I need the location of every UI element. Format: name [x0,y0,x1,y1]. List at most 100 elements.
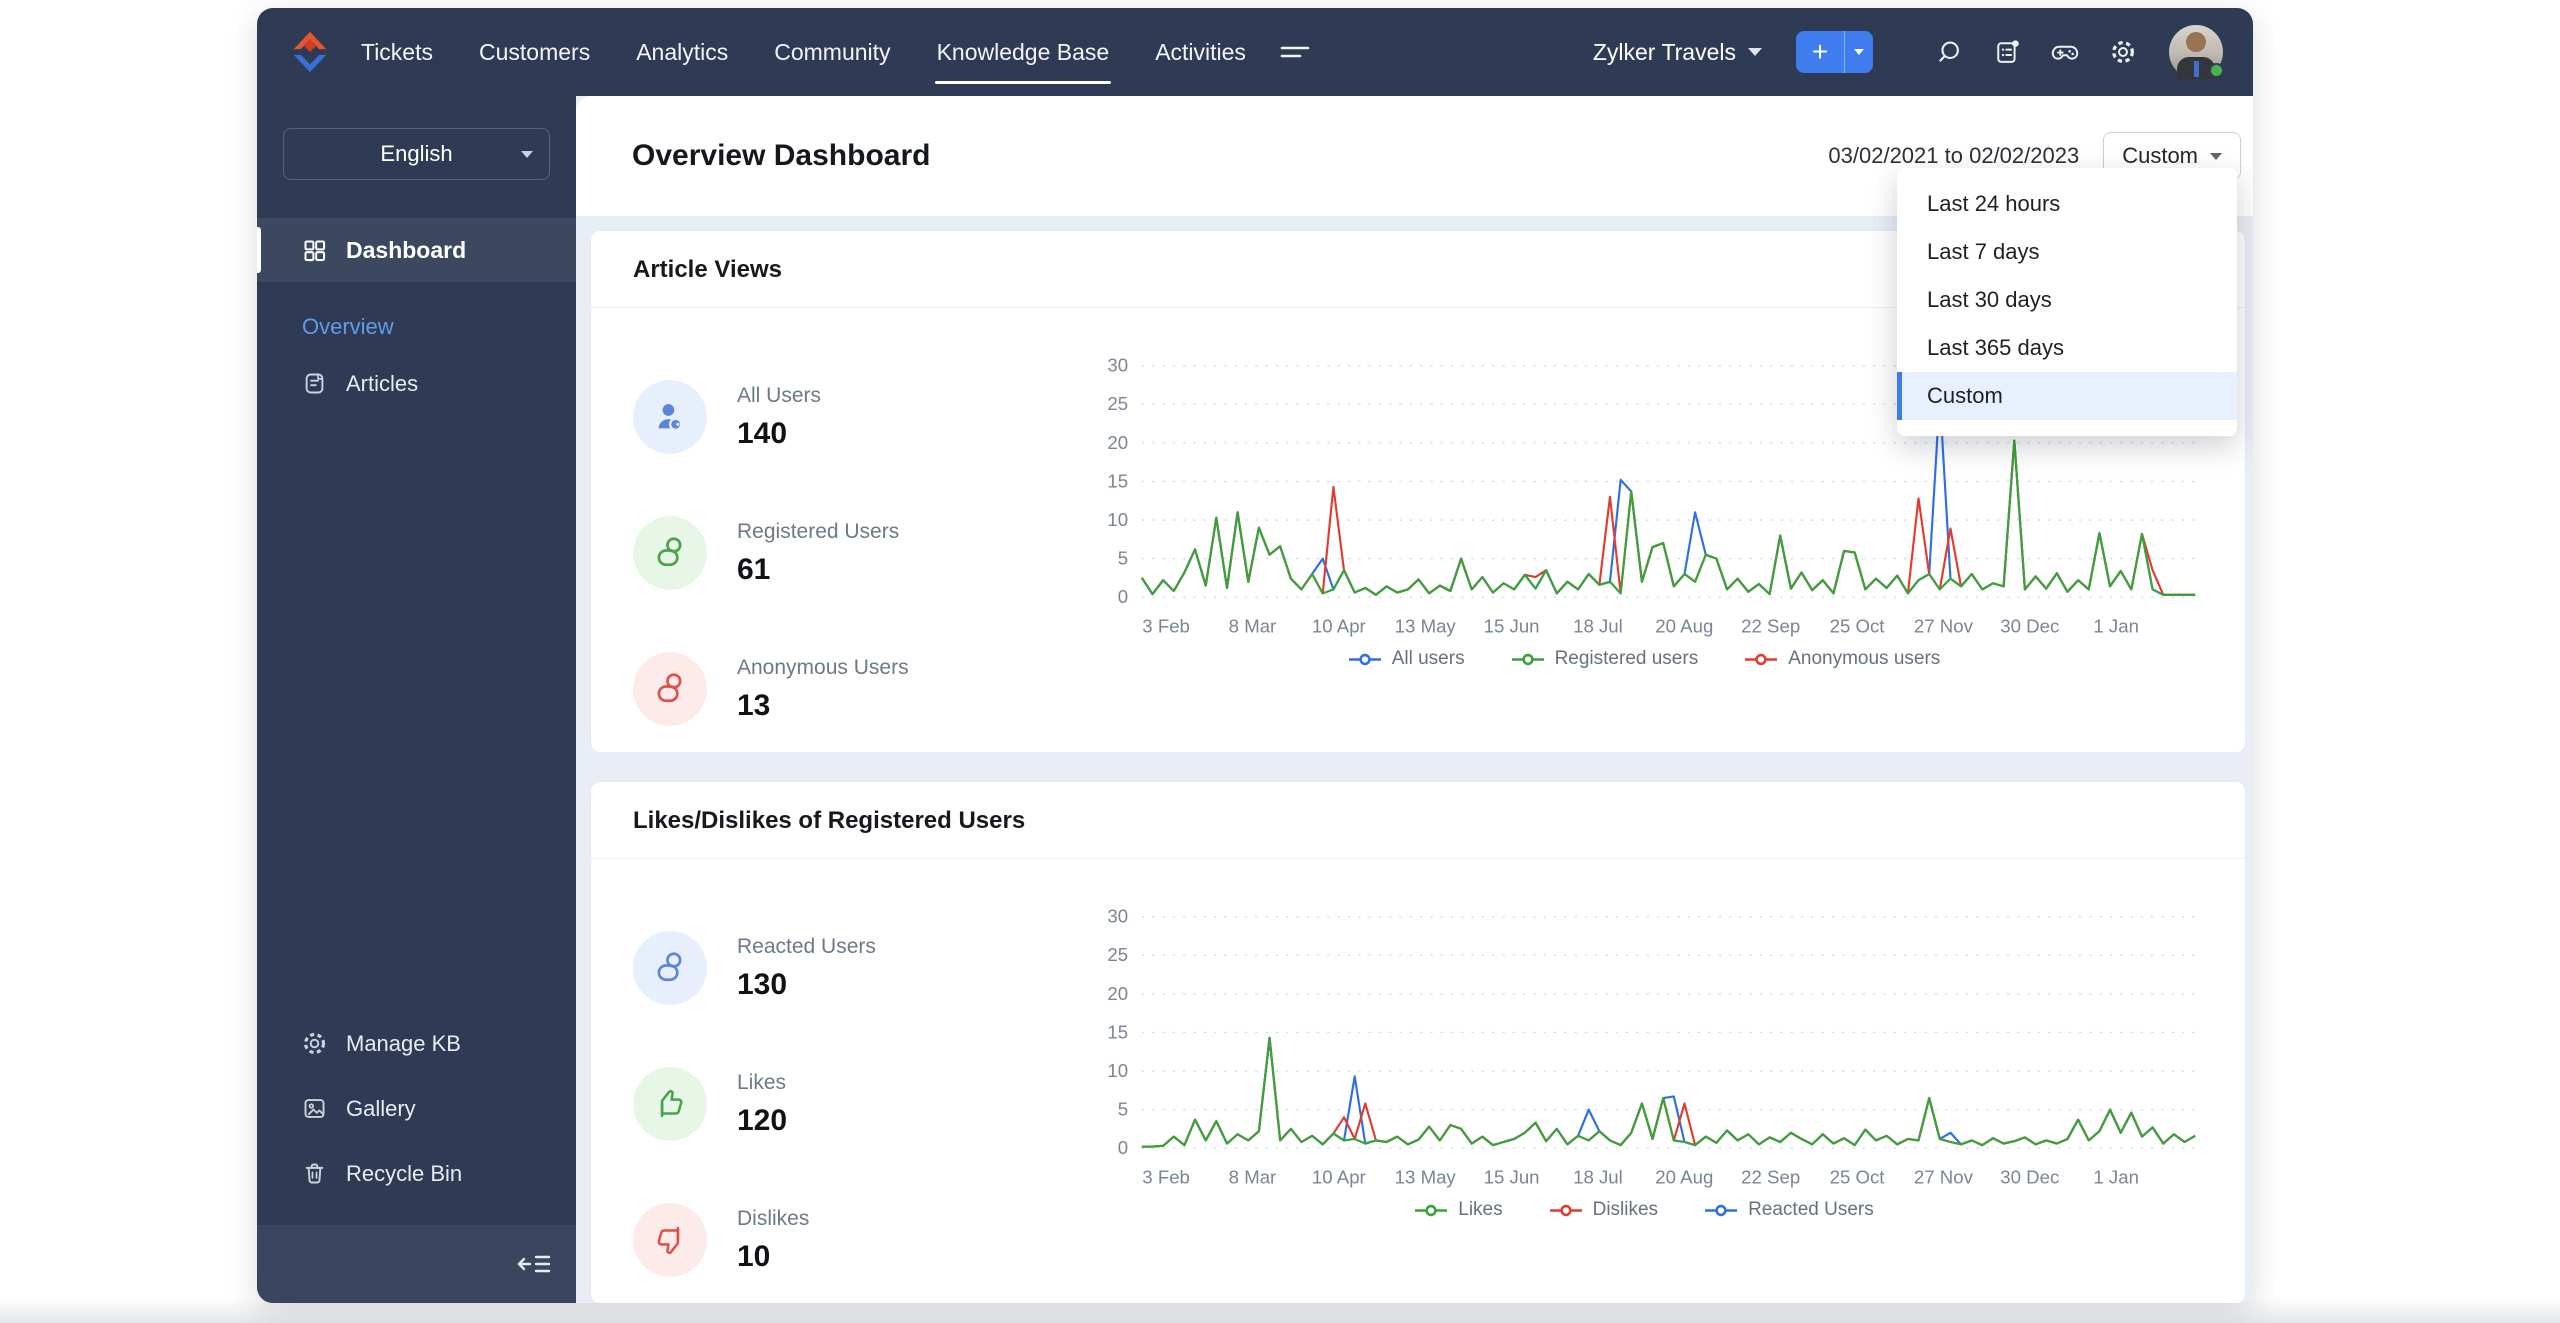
sidebar-item-manage-kb[interactable]: Manage KB [257,1030,576,1057]
legend-label: Reacted Users [1748,1199,1874,1221]
more-menu-icon[interactable] [1278,39,1312,65]
series-line [1140,439,2196,596]
stat-value: 13 [737,688,771,722]
language-select[interactable]: English [283,128,550,180]
feeds-icon[interactable] [1993,38,2021,66]
page-title: Overview Dashboard [632,139,931,172]
svg-text:1 Jan: 1 Jan [2093,615,2139,636]
portal-selector[interactable]: Zylker Travels [1593,39,1762,66]
notification-dot [2012,40,2019,47]
svg-text:0: 0 [1118,586,1128,607]
legend-item[interactable]: Likes [1414,1199,1503,1221]
thumb-down-icon [657,1226,680,1255]
svg-text:27 Nov: 27 Nov [1914,1166,1974,1187]
sidebar-item-articles[interactable]: Articles [257,370,576,397]
gear-icon [303,1032,326,1055]
stat-value: 120 [737,1103,788,1137]
menu-item-last-7-days[interactable]: Last 7 days [1897,228,2237,276]
collapse-sidebar-icon[interactable] [516,1250,552,1278]
sidebar-item-label: Recycle Bin [346,1160,463,1186]
date-range-text: 03/02/2021 to 02/02/2023 [1828,143,2080,168]
svg-text:8 Mar: 8 Mar [1229,1166,1277,1187]
legend-item[interactable]: Registered users [1511,648,1699,670]
legend-label: All users [1391,648,1465,670]
search-icon[interactable] [1935,38,1963,66]
legend-marker-icon [1511,653,1544,665]
settings-gear-icon[interactable] [2109,38,2137,66]
app-window: Tickets Customers Analytics Community Kn… [257,8,2253,1303]
nav-activities[interactable]: Activities [1155,8,1246,96]
sidebar-item-label: Articles [346,370,419,396]
svg-text:10: 10 [1107,509,1128,530]
dashboard-grid-icon [304,239,326,261]
svg-text:10: 10 [1107,1060,1128,1081]
sidebar-item-recycle-bin[interactable]: Recycle Bin [257,1160,576,1187]
stat-likes: Likes 120 [633,1067,1085,1141]
menu-item-custom[interactable]: Custom [1897,372,2237,420]
series-line [1141,1036,2196,1148]
svg-text:0: 0 [1118,1137,1128,1158]
navbar-right-cluster: Zylker Travels + [1593,25,2224,79]
stats-column: Reacted Users 130 Likes 120 Dislikes 10 [633,859,1085,1277]
thumb-up-icon [660,1089,683,1118]
svg-text:18 Jul: 18 Jul [1573,615,1623,636]
sidebar-item-label: Manage KB [346,1030,461,1056]
likes-dislikes-line-chart: 0 5 10 15 20 25 30 3 Feb 8 Mar 10 Apr 13 May 15 Jun… [1085,903,2203,1199]
menu-item-last-365-days[interactable]: Last 365 days [1897,324,2237,372]
chevron-down-icon [2210,152,2222,160]
svg-text:25: 25 [1107,393,1128,414]
svg-text:22 Sep: 22 Sep [1741,1166,1800,1187]
series-line [1140,439,2196,596]
legend-item[interactable]: Reacted Users [1704,1199,1874,1221]
gamepad-icon[interactable] [2051,38,2079,66]
stat-all-users: All Users 140 [633,380,1085,454]
users-icon [657,952,682,982]
stat-icon-circle [633,652,707,726]
card-likes-dislikes: Likes/Dislikes of Registered Users React… [590,781,2246,1303]
legend-item[interactable]: All users [1348,648,1465,670]
legend-marker-icon [1348,653,1381,665]
user-avatar[interactable] [2169,25,2224,79]
legend-marker-icon [1549,1204,1582,1216]
menu-item-last-30-days[interactable]: Last 30 days [1897,276,2237,324]
nav-customers[interactable]: Customers [479,8,590,96]
line-chart-svg: 0 5 10 15 20 25 30 3 Feb 8 Mar 10 Apr 13 May 15 Jun… [1107,906,2196,1187]
legend-marker-icon [1705,1204,1738,1216]
nav-community[interactable]: Community [774,8,890,96]
svg-text:13 May: 13 May [1395,615,1457,636]
svg-text:8 Mar: 8 Mar [1229,615,1277,636]
date-range-menu: Last 24 hours Last 7 days Last 30 days L… [1897,168,2237,436]
svg-text:30 Dec: 30 Dec [2000,615,2059,636]
sidebar-item-dashboard[interactable]: Dashboard [257,218,576,282]
stat-icon-circle [633,516,707,590]
legend-label: Registered users [1554,648,1699,670]
svg-text:10 Apr: 10 Apr [1312,1166,1366,1187]
nav-analytics[interactable]: Analytics [636,8,728,96]
plus-icon[interactable]: + [1796,32,1844,72]
stat-text: Reacted Users 130 [737,935,876,1002]
stat-icon-circle [633,1203,707,1277]
svg-text:5: 5 [1118,547,1128,568]
legend-label: Likes [1458,1199,1503,1221]
stat-label: Reacted Users [737,934,876,958]
sidebar-item-overview[interactable]: Overview [257,314,576,340]
svg-text:27 Nov: 27 Nov [1914,615,1974,636]
menu-item-last-24-hours[interactable]: Last 24 hours [1897,180,2237,228]
nav-knowledge-base[interactable]: Knowledge Base [934,8,1111,96]
stat-label: Anonymous Users [737,655,909,679]
quick-add-caret[interactable] [1845,49,1873,55]
chevron-down-icon [521,150,533,158]
svg-text:15 Jun: 15 Jun [1484,615,1540,636]
sidebar-item-gallery[interactable]: Gallery [257,1095,576,1122]
nav-tickets[interactable]: Tickets [361,8,433,96]
legend-item[interactable]: Dislikes [1549,1199,1658,1221]
svg-text:20 Aug: 20 Aug [1655,1166,1713,1187]
zoho-desk-logo-icon[interactable] [287,29,333,75]
svg-text:30: 30 [1107,355,1128,376]
legend-marker-icon [1415,1204,1448,1216]
quick-add-button[interactable]: + [1796,31,1873,73]
sidebar-footer [257,1225,576,1303]
legend-item[interactable]: Anonymous users [1744,648,1940,670]
stat-value: 61 [737,552,771,586]
